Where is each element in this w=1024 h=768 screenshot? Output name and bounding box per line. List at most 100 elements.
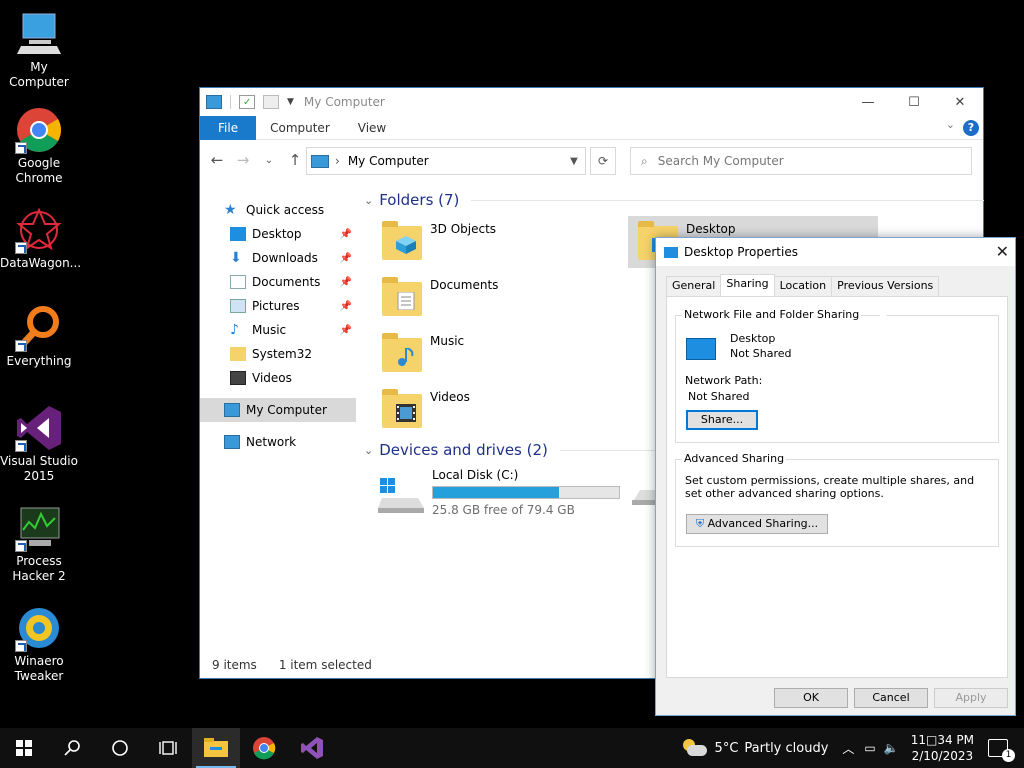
start-button[interactable] (0, 728, 48, 768)
desktop-icon-visual-studio[interactable]: Visual Studio 2015 (0, 404, 78, 484)
cortana-circle-icon (112, 740, 128, 756)
process-hacker-icon (15, 504, 63, 552)
second-drive-icon[interactable] (632, 476, 656, 509)
tab-location[interactable]: Location (773, 276, 833, 296)
nav-music[interactable]: ♪ Music 📌 (200, 318, 356, 342)
expand-ribbon-chevron-icon[interactable]: ⌄ (946, 118, 955, 131)
desktop-icon-google-chrome[interactable]: Google Chrome (0, 106, 78, 186)
hard-drive-windows-icon (378, 478, 424, 514)
search-box[interactable]: ⌕ Search My Computer (630, 147, 972, 175)
computer-icon (206, 95, 222, 109)
nav-network[interactable]: Network (200, 430, 356, 454)
nav-desktop[interactable]: Desktop 📌 (200, 222, 356, 246)
network-icon[interactable]: ▭ (864, 741, 875, 755)
tab-general[interactable]: General (666, 276, 722, 296)
drive-usage-fill (433, 487, 559, 498)
network-path-value: Not Shared (688, 390, 750, 403)
desktop-icon-everything[interactable]: Everything (0, 304, 78, 369)
download-arrow-icon: ⬇ (230, 250, 242, 266)
apply-button[interactable]: Apply (934, 688, 1008, 708)
drive-name: Local Disk (C:) (432, 468, 519, 482)
dialog-titlebar: Desktop Properties ✕ (656, 238, 1015, 266)
help-icon[interactable]: ? (963, 120, 979, 136)
explorer-titlebar: ✓ ▼ My Computer — ☐ ✕ (200, 88, 983, 116)
search-icon: ⌕ (641, 153, 648, 168)
show-hidden-icons-chevron-icon[interactable]: ︿ (842, 740, 854, 757)
folder-videos-icon (382, 388, 422, 430)
dialog-title: Desktop Properties (684, 245, 798, 259)
tab-previous-versions[interactable]: Previous Versions (831, 276, 940, 296)
file-explorer-icon (204, 738, 228, 757)
address-dropdown-chevron-icon[interactable]: ▼ (563, 156, 585, 167)
properties-check-icon[interactable]: ✓ (239, 95, 255, 109)
folder-share-status: Not Shared (730, 347, 792, 360)
cancel-button[interactable]: Cancel (854, 688, 928, 708)
desktop-icon-winaero-tweaker[interactable]: Winaero Tweaker (0, 604, 78, 684)
desktop-icon-process-hacker[interactable]: Process Hacker 2 (0, 504, 78, 584)
tab-computer[interactable]: Computer (256, 116, 344, 140)
ok-button[interactable]: OK (774, 688, 848, 708)
close-button[interactable]: ✕ (937, 88, 983, 116)
maximize-button[interactable]: ☐ (891, 88, 937, 116)
cortana-button[interactable] (96, 728, 144, 768)
nav-quick-access[interactable]: ★ Quick access (200, 198, 356, 222)
drive-local-disk-c[interactable]: Local Disk (C:) 25.8 GB free of 79.4 GB (364, 468, 620, 517)
tab-file[interactable]: File (200, 115, 257, 140)
documents-icon (230, 275, 246, 289)
search-icon (64, 740, 80, 756)
weather-temperature[interactable]: 5°C (715, 741, 739, 756)
customize-toolbar-chevron-icon[interactable]: ▼ (287, 97, 294, 107)
volume-icon[interactable]: 🔈 (884, 741, 899, 755)
advanced-sharing-group: Advanced Sharing Set custom permissions,… (675, 452, 999, 547)
system-tray: 5°C Partly cloudy ︿ ▭ 🔈 11□34 PM 2/10/20… (682, 728, 1024, 768)
advanced-sharing-description: Set custom permissions, create multiple … (685, 474, 975, 500)
taskbar-chrome[interactable] (240, 728, 288, 768)
address-bar[interactable]: › My Computer ▼ (306, 147, 586, 175)
notification-count-badge: 1 (1002, 749, 1015, 762)
weather-description[interactable]: Partly cloudy (744, 741, 828, 756)
clock[interactable]: 11□34 PM 2/10/2023 (911, 732, 974, 764)
new-folder-icon[interactable] (263, 95, 279, 109)
header-divider (471, 199, 984, 201)
shared-folder-icon (686, 338, 716, 360)
folder-music[interactable]: Music (364, 328, 594, 382)
dialog-close-button[interactable]: ✕ (996, 242, 1009, 261)
desktop-icon-datawagon[interactable]: DataWagon... (0, 206, 81, 271)
nav-downloads[interactable]: ⬇ Downloads 📌 (200, 246, 356, 270)
minimize-button[interactable]: — (845, 88, 891, 116)
nav-my-computer[interactable]: My Computer (200, 398, 356, 422)
recent-locations-chevron-icon[interactable]: ⌄ (258, 155, 280, 166)
nav-documents[interactable]: Documents 📌 (200, 270, 356, 294)
search-input[interactable]: Search My Computer (658, 154, 784, 168)
quick-access-toolbar: ✓ ▼ (206, 95, 294, 109)
folder-videos[interactable]: Videos (364, 384, 594, 438)
nav-pictures[interactable]: Pictures 📌 (200, 294, 356, 318)
tab-sharing[interactable]: Sharing (720, 274, 775, 296)
forward-arrow-icon[interactable]: → (232, 151, 254, 169)
folder-documents[interactable]: Documents (364, 272, 594, 326)
drive-usage-bar (432, 486, 620, 499)
weather-cloud-icon[interactable] (682, 739, 707, 757)
taskbar-visual-studio[interactable] (288, 728, 336, 768)
ribbon-tabs: File Computer View ⌄ ? (200, 115, 983, 140)
task-view-button[interactable] (144, 728, 192, 768)
advanced-sharing-button[interactable]: ⛨ Advanced Sharing... (686, 514, 828, 534)
up-arrow-icon[interactable]: ↑ (284, 151, 306, 169)
pin-icon: 📌 (339, 252, 352, 264)
desktop-icon-my-computer[interactable]: My Computer (0, 10, 78, 90)
address-separator: › (335, 154, 340, 168)
action-center-icon[interactable]: 1 (988, 739, 1015, 762)
search-taskbar-button[interactable] (48, 728, 96, 768)
magnifier-icon (15, 304, 63, 352)
shortcut-arrow-icon (15, 540, 27, 552)
nav-videos[interactable]: Videos (200, 366, 356, 390)
nav-system32[interactable]: System32 (200, 342, 356, 366)
tab-view[interactable]: View (344, 116, 400, 140)
refresh-button[interactable]: ⟳ (590, 147, 616, 175)
share-button[interactable]: Share... (686, 410, 758, 430)
taskbar-file-explorer[interactable] (192, 728, 240, 768)
back-arrow-icon[interactable]: ← (206, 151, 228, 169)
folders-group-header[interactable]: ⌄ Folders (7) (364, 188, 984, 212)
folder-3d-objects[interactable]: 3D Objects (364, 216, 594, 270)
star-icon: ★ (224, 202, 237, 218)
